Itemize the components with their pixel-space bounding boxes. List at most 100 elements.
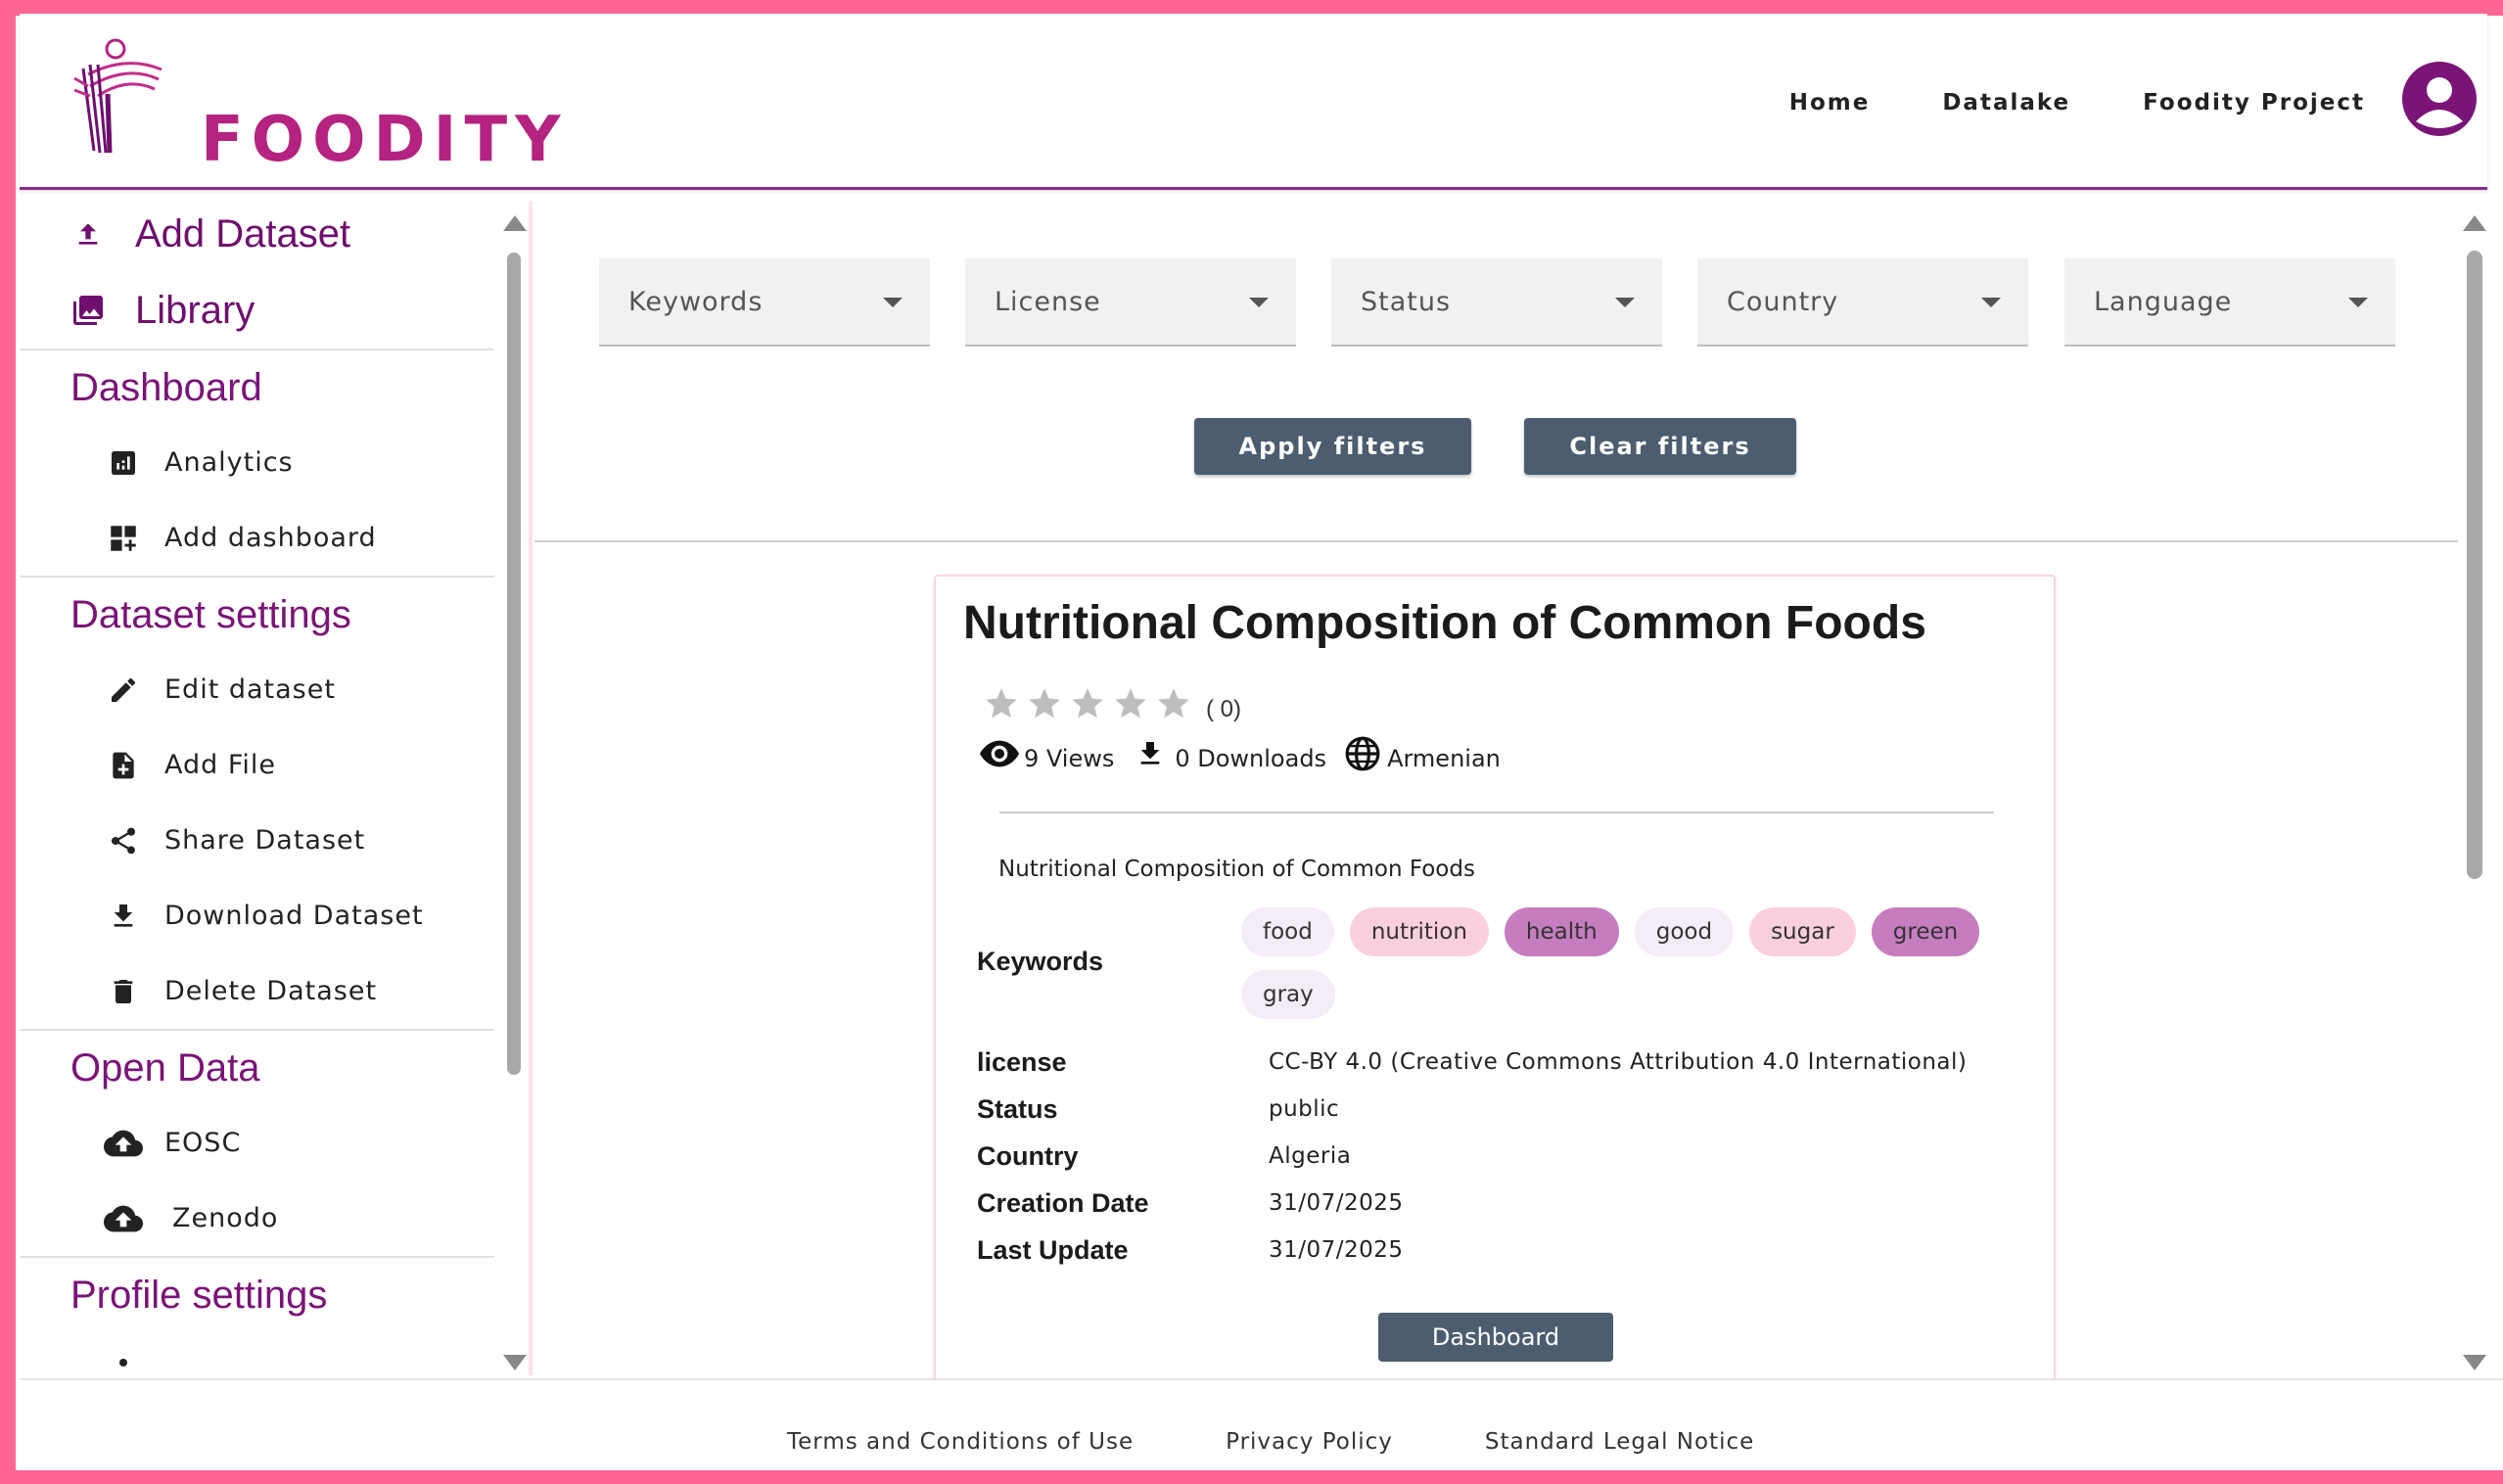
eye-icon — [979, 735, 1020, 772]
dropdown-caret-icon — [883, 298, 903, 307]
download-icon — [1130, 735, 1171, 772]
meta-value: CC-BY 4.0 (Creative Commons Attribution … — [1269, 1049, 1968, 1075]
sidebar-item-edit-dataset[interactable]: Edit dataset — [20, 652, 494, 727]
photo-library-icon — [69, 291, 108, 330]
card-divider — [999, 812, 1994, 813]
top-nav: Home Datalake Foodity Project — [1789, 90, 2365, 116]
keyword-chip[interactable]: good — [1634, 907, 1735, 956]
trash-icon — [104, 972, 143, 1011]
rating-count: ( 0) — [1206, 696, 1241, 722]
filter-label: Keywords — [628, 286, 764, 317]
sidebar-item-label: Zenodo — [172, 1203, 279, 1233]
footer-links: Terms and Conditions of Use Privacy Poli… — [787, 1429, 1754, 1455]
filter-status[interactable]: Status — [1331, 258, 1662, 347]
brand-name: FOODITY — [201, 104, 569, 176]
scroll-up-arrow-icon[interactable] — [2463, 215, 2486, 231]
sidebar-item-delete-dataset[interactable]: Delete Dataset — [20, 953, 494, 1029]
apply-filters-button[interactable]: Apply filters — [1194, 418, 1471, 475]
nav-home[interactable]: Home — [1789, 90, 1871, 116]
clear-filters-button[interactable]: Clear filters — [1524, 418, 1796, 475]
footer-link-legal-notice[interactable]: Standard Legal Notice — [1485, 1429, 1754, 1455]
dataset-description: Nutritional Composition of Common Foods — [998, 857, 1475, 882]
cloud-upload-icon — [104, 1124, 143, 1163]
sidebar-item-label: Add Dataset — [135, 211, 351, 255]
keyword-chip[interactable]: gray — [1241, 970, 1335, 1019]
footer: Terms and Conditions of Use Privacy Poli… — [20, 1378, 2503, 1470]
filter-license[interactable]: License — [965, 258, 1296, 347]
sidebar-item-label: Add dashboard — [164, 523, 377, 553]
dropdown-caret-icon — [2348, 298, 2368, 307]
dropdown-caret-icon — [1981, 298, 2001, 307]
sidebar-item-label: Delete Dataset — [164, 976, 378, 1006]
sidebar-item-add-dashboard[interactable]: Add dashboard — [20, 500, 494, 576]
sidebar-item-analytics[interactable]: Analytics — [20, 425, 494, 500]
main-scrollbar[interactable] — [2459, 215, 2490, 1370]
sidebar-scrollbar[interactable] — [499, 215, 527, 1370]
meta-row-status: Status public — [977, 1086, 1967, 1133]
dropdown-caret-icon — [1615, 298, 1635, 307]
language-value: Armenian — [1387, 745, 1501, 772]
dashboard-button[interactable]: Dashboard — [1378, 1313, 1613, 1362]
meta-key: Creation Date — [977, 1187, 1149, 1218]
meta-row-last-update: Last Update 31/07/2025 — [977, 1227, 1967, 1274]
sidebar-item-share-dataset[interactable]: Share Dataset — [20, 803, 494, 878]
star-icon[interactable] — [1026, 685, 1063, 722]
pencil-icon — [104, 671, 143, 710]
meta-key: license — [977, 1046, 1067, 1077]
meta-key: Country — [977, 1140, 1079, 1171]
section-profile-settings: Profile settings — [20, 1256, 494, 1332]
star-icon[interactable] — [983, 685, 1020, 722]
main-scroll-thumb[interactable] — [2467, 251, 2482, 879]
star-icon[interactable] — [1112, 685, 1149, 722]
sidebar-item-eosc[interactable]: EOSC — [20, 1105, 494, 1181]
star-rating[interactable]: ( 0) — [983, 684, 1241, 723]
scroll-down-arrow-icon[interactable] — [2463, 1355, 2486, 1370]
share-icon — [104, 821, 143, 860]
filter-language[interactable]: Language — [2064, 258, 2395, 347]
meta-row-creation-date: Creation Date 31/07/2025 — [977, 1180, 1967, 1227]
dropdown-caret-icon — [1249, 298, 1269, 307]
footer-link-terms[interactable]: Terms and Conditions of Use — [787, 1429, 1134, 1455]
meta-row-license: license CC-BY 4.0 (Creative Commons Attr… — [977, 1039, 1967, 1086]
sidebar-item-library[interactable]: Library — [20, 272, 494, 348]
nav-foodity-project[interactable]: Foodity Project — [2143, 90, 2365, 116]
filter-country[interactable]: Country — [1697, 258, 2028, 347]
sidebar-item-label: Analytics — [164, 447, 294, 478]
sidebar-item-add-dataset[interactable]: Add Dataset — [20, 196, 494, 272]
sidebar-item-zenodo[interactable]: Zenodo — [20, 1181, 494, 1256]
meta-value: 31/07/2025 — [1269, 1237, 1404, 1263]
star-icon[interactable] — [1069, 685, 1106, 722]
filter-label: Country — [1727, 286, 1839, 317]
meta-value: Algeria — [1269, 1143, 1352, 1169]
filter-keywords[interactable]: Keywords — [599, 258, 930, 347]
keyword-chip[interactable]: green — [1871, 907, 1980, 956]
section-dashboard: Dashboard — [20, 348, 494, 425]
download-icon — [104, 897, 143, 936]
filter-label: Status — [1361, 286, 1452, 317]
user-avatar-icon[interactable] — [2401, 61, 2478, 137]
keyword-chip[interactable]: health — [1504, 907, 1619, 956]
sidebar-item-download-dataset[interactable]: Download Dataset — [20, 878, 494, 953]
keywords-label: Keywords — [977, 947, 1104, 976]
sidebar-item-label: Library — [135, 288, 255, 332]
keyword-chip[interactable]: food — [1241, 907, 1334, 956]
star-icon[interactable] — [1155, 685, 1192, 722]
foodity-logo[interactable]: FOODITY — [69, 35, 560, 176]
scroll-down-arrow-icon[interactable] — [503, 1355, 527, 1370]
keyword-chip[interactable]: sugar — [1749, 907, 1856, 956]
filter-label: Language — [2094, 286, 2233, 317]
nav-datalake[interactable]: Datalake — [1942, 90, 2070, 116]
sidebar-item-profile[interactable] — [20, 1332, 494, 1380]
scroll-up-arrow-icon[interactable] — [503, 215, 527, 231]
sidebar-scroll-thumb[interactable] — [507, 253, 521, 1075]
sidebar-divider — [529, 201, 533, 1375]
dataset-metadata: license CC-BY 4.0 (Creative Commons Attr… — [977, 1039, 1967, 1274]
sidebar-item-add-file[interactable]: Add File — [20, 727, 494, 803]
footer-link-privacy[interactable]: Privacy Policy — [1226, 1429, 1393, 1455]
keyword-chips: food nutrition health good sugar green g… — [1241, 907, 2024, 1019]
sidebar-item-label: Add File — [164, 750, 277, 780]
meta-row-country: Country Algeria — [977, 1133, 1967, 1180]
keyword-chip[interactable]: nutrition — [1349, 907, 1489, 956]
section-dataset-settings: Dataset settings — [20, 576, 494, 652]
main-content: Keywords License Status Country Language… — [534, 196, 2458, 1380]
